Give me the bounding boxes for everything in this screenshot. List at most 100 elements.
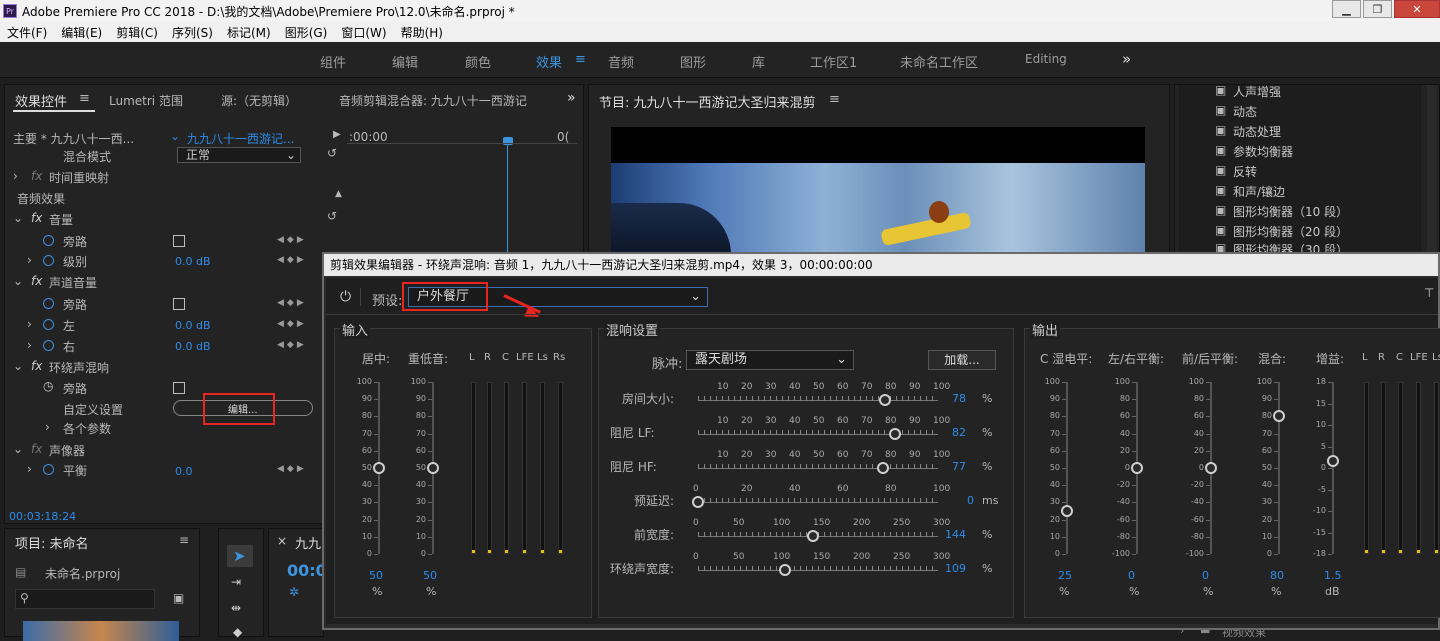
panel-menu-icon[interactable]: ≡ [79,91,90,106]
stopwatch-icon[interactable] [43,235,54,246]
output-slider-thumb[interactable] [1061,505,1073,517]
dialog-menu-icon[interactable]: ⊤ [1424,286,1434,300]
collapse-arrow-icon[interactable]: ⌄ [13,274,23,288]
output-param-value[interactable]: 25 [1058,569,1072,582]
panel-menu-icon[interactable]: ≡ [829,92,840,107]
output-slider-thumb[interactable] [1131,462,1143,474]
reverb-param-value[interactable]: 82 [952,426,966,439]
expand-arrow-icon[interactable]: › [27,317,32,331]
bypass-checkbox[interactable] [173,235,185,247]
keyframe-nav-icon[interactable]: ◀◆▶ [277,235,307,245]
workspace-tab-audio[interactable]: 音频 [608,52,634,71]
load-button[interactable]: 加载... [928,350,996,370]
timeline-timecode[interactable]: 00:0 [287,561,327,580]
right-channel-value[interactable]: 0.0 dB [175,340,211,353]
expand-arrow-icon[interactable]: › [27,338,32,352]
reverb-param-value[interactable]: 78 [952,392,966,405]
effect-item[interactable]: 动态处理 [1233,123,1281,140]
more-tabs-icon[interactable]: » [567,90,576,106]
fx-icon[interactable]: fx [31,359,42,373]
level-value[interactable]: 0.0 dB [175,255,211,268]
more-workspaces-icon[interactable]: » [1122,50,1131,68]
workspace-tab-graphics[interactable]: 图形 [680,52,706,71]
reverb-param-thumb[interactable] [888,428,901,440]
collapse-arrow-icon[interactable]: ⌄ [13,211,23,225]
workspace-menu-icon[interactable]: ≡ [575,52,586,67]
bypass-checkbox[interactable] [173,382,185,394]
workspace-tab-assembly[interactable]: 组件 [320,52,346,71]
scrollbar[interactable] [1427,85,1437,255]
workspace-tab-libraries[interactable]: 库 [752,52,765,71]
project-search-input[interactable]: ⚲ [15,589,155,609]
menu-edit[interactable]: 编辑(E) [61,24,102,41]
chevron-down-icon[interactable]: ⌄ [170,129,180,143]
snap-icon[interactable]: ✲ [289,585,299,599]
lfe-slider-thumb[interactable] [427,462,439,474]
effect-item[interactable]: 图形均衡器（10 段） [1233,203,1348,220]
blend-mode-select[interactable]: 正常 ⌄ [177,147,301,163]
expand-arrow-icon[interactable]: › [13,169,18,183]
left-channel-value[interactable]: 0.0 dB [175,319,211,332]
menu-graphics[interactable]: 图形(G) [285,24,328,41]
reverb-param-value[interactable]: 77 [952,460,966,473]
reverb-param-thumb[interactable] [876,462,889,474]
tab-source[interactable]: 源:（无剪辑） [221,92,297,109]
stopwatch-icon[interactable] [43,319,54,330]
fx-icon[interactable]: fx [31,442,42,456]
menu-clip[interactable]: 剪辑(C) [116,24,158,41]
expand-arrow-icon[interactable]: › [45,420,50,434]
keyframe-nav-icon[interactable]: ◀◆▶ [277,340,307,350]
panel-menu-icon[interactable]: ≡ [179,533,189,547]
effect-item[interactable]: 人声增强 [1233,83,1281,100]
workspace-tab-effects[interactable]: 效果 [536,52,562,71]
master-clip-label[interactable]: 主要 * 九九八十一西... [13,130,163,147]
output-param-value[interactable]: 0 [1128,569,1135,582]
output-param-value[interactable]: 1.5 [1324,569,1342,582]
center-value[interactable]: 50 [369,569,383,582]
expand-arrow-icon[interactable]: › [27,462,32,476]
keyframe-nav-icon[interactable]: ◀◆▶ [277,464,307,474]
output-slider-thumb[interactable] [1327,455,1339,468]
menu-sequence[interactable]: 序列(S) [172,24,213,41]
close-tab-icon[interactable]: × [277,534,287,548]
effect-item[interactable]: 动态 [1233,103,1257,120]
effect-item[interactable]: 和声/镶边 [1233,183,1285,200]
collapse-up-icon[interactable]: ▲ [335,189,342,199]
menu-file[interactable]: 文件(F) [7,24,47,41]
effect-item[interactable]: 图形均衡器（20 段） [1233,223,1348,240]
keyframe-nav-icon[interactable]: ◀◆▶ [277,255,307,265]
video-frame-image[interactable] [611,163,1145,255]
stopwatch-icon[interactable]: ◷ [43,379,53,393]
workspace-tab-editing-en[interactable]: Editing [1025,52,1067,66]
stopwatch-icon[interactable] [43,255,54,266]
workspace-tab-workspace1[interactable]: 工作区1 [810,52,857,71]
sequence-clip-label[interactable]: 九九八十一西游记... [187,130,327,147]
workspace-tab-color[interactable]: 颜色 [465,52,491,71]
program-monitor-title[interactable]: 节目: 九九八十一西游记大圣归来混剪 [599,92,816,111]
reset-icon[interactable]: ↺ [327,209,337,223]
center-slider-thumb[interactable] [373,462,385,474]
menu-help[interactable]: 帮助(H) [401,24,443,41]
stopwatch-icon[interactable] [43,464,54,475]
track-select-tool-icon[interactable]: ⇥ [231,575,241,589]
stopwatch-icon[interactable] [43,298,54,309]
effect-item[interactable]: 反转 [1233,163,1257,180]
collapse-arrow-icon[interactable]: ⌄ [13,442,23,456]
minimize-button[interactable]: ▁ [1332,0,1361,18]
reverb-param-thumb[interactable] [692,496,704,508]
workspace-tab-unnamed[interactable]: 未命名工作区 [900,52,978,71]
output-param-value[interactable]: 0 [1202,569,1209,582]
bypass-checkbox[interactable] [173,298,185,310]
fx-icon[interactable]: fx [31,211,42,225]
reverb-param-value[interactable]: 0 [967,494,974,507]
menu-window[interactable]: 窗口(W) [341,24,386,41]
close-button[interactable]: ✕ [1394,0,1440,18]
selection-tool-icon[interactable]: ➤ [233,547,246,565]
project-panel-title[interactable]: 项目: 未命名 [15,533,89,552]
tab-audio-clip-mixer[interactable]: 音频剪辑混合器: 九九八十一西游记 [339,92,544,109]
collapse-arrow-icon[interactable]: ⌄ [13,359,23,373]
expand-arrow-icon[interactable]: › [27,253,32,267]
lfe-value[interactable]: 50 [423,569,437,582]
effect-item[interactable]: 参数均衡器 [1233,143,1293,160]
tab-effect-controls[interactable]: 效果控件 [15,91,67,110]
